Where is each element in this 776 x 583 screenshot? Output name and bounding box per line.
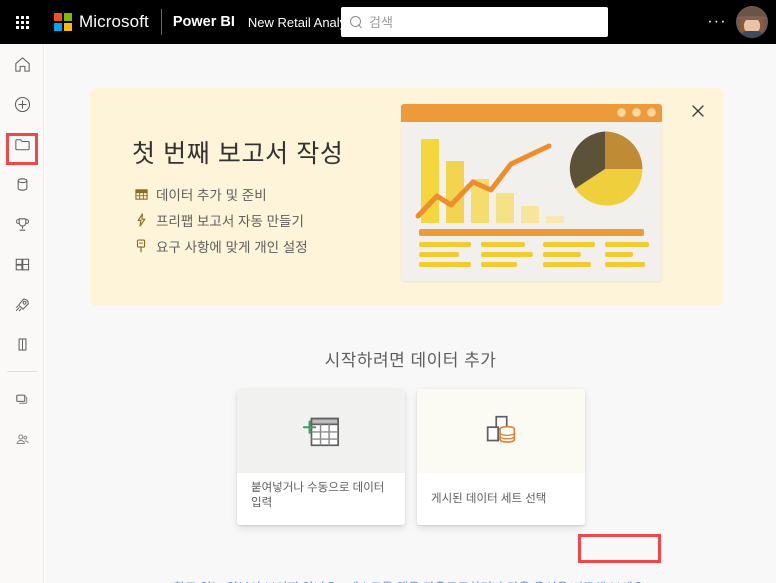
add-data-section-title: 시작하려면 데이터 추가 (324, 351, 497, 370)
list-item-label: 데이터 추가 및 준비 (156, 188, 267, 203)
sidebar-item-my-workspace[interactable] (0, 419, 44, 459)
illustration-window-dots (617, 108, 656, 117)
home-icon (14, 56, 30, 72)
report-preview-illustration (401, 104, 662, 281)
sidebar-item-browse[interactable] (0, 124, 44, 164)
sidebar-item-data-hub[interactable] (0, 164, 44, 204)
download-desktop-link[interactable]: 찾고 있는 원본이 보이지 않나요? 데스크톱 앱을 다운로드하거나 다음 옵션… (45, 577, 776, 583)
table-icon (132, 188, 150, 201)
folder-icon (14, 138, 30, 150)
global-search[interactable] (341, 7, 608, 37)
card-paste-or-manually-enter-data[interactable]: 붙여넣거나 수동으로 데이터 입력 (237, 389, 405, 525)
app-launcher-button[interactable] (0, 0, 44, 44)
list-item: 프리팹 보고서 자동 만들기 (132, 210, 412, 230)
list-item: 데이터 추가 및 준비 (132, 184, 412, 204)
power-bi-home-link[interactable]: Power BI (173, 14, 235, 30)
search-input[interactable] (369, 9, 599, 35)
database-icon (17, 177, 27, 191)
ellipsis-icon: ··· (707, 13, 727, 30)
illustration-text-group (481, 242, 533, 272)
more-options-button[interactable]: ··· (700, 5, 734, 39)
list-item-label: 요구 사항에 맞게 개인 설정 (156, 240, 308, 255)
close-banner-button[interactable] (687, 100, 709, 122)
banner-title: 첫 번째 보고서 작성 (132, 140, 344, 168)
rocket-icon (15, 297, 29, 311)
avatar-body (740, 31, 764, 38)
illustration-trend-line (415, 143, 552, 219)
topbar-divider (160, 9, 162, 35)
sidebar-item-apps[interactable] (0, 244, 44, 284)
trophy-icon (15, 217, 29, 231)
illustration-text-group (419, 242, 471, 272)
topbar-right-actions: ··· (700, 0, 776, 44)
illustration-text-group (543, 242, 595, 272)
sidebar-item-create[interactable] (0, 84, 44, 124)
top-navigation-bar: Microsoft Power BI New Retail Analysis ·… (0, 0, 776, 44)
sidebar-item-home[interactable] (0, 44, 44, 84)
people-icon (16, 434, 29, 444)
book-icon (18, 337, 26, 351)
card-pick-a-published-dataset[interactable]: 게시된 데이터 세트 선택 (417, 389, 585, 525)
illustration-divider-bar (419, 229, 644, 236)
sidebar-item-metrics[interactable] (0, 204, 44, 244)
sidebar-item-workspaces[interactable] (0, 379, 44, 419)
apps-icon (15, 258, 29, 270)
lightning-icon (132, 213, 150, 227)
search-icon (350, 15, 363, 29)
dataset-icon (486, 415, 516, 443)
card-icon-area (237, 389, 405, 473)
banner-text-block: 첫 번째 보고서 작성 데이터 추가 및 준비 프리팹 보고서 자동 만들기 요… (132, 134, 412, 262)
workspaces-icon (15, 394, 27, 404)
card-label: 붙여넣거나 수동으로 데이터 입력 (237, 473, 405, 525)
illustration-pie-chart (569, 131, 643, 206)
microsoft-wordmark: Microsoft (79, 12, 149, 31)
pin-icon (132, 239, 150, 253)
table-plus-icon (302, 417, 339, 447)
add-data-cards: 붙여넣거나 수동으로 데이터 입력 게시된 데이터 세트 선택 (237, 389, 585, 525)
plus-circle-icon (14, 96, 30, 112)
list-item-label: 프리팹 보고서 자동 만들기 (156, 214, 304, 229)
illustration-text-group (605, 242, 649, 272)
close-icon (692, 105, 704, 117)
main-content: 첫 번째 보고서 작성 데이터 추가 및 준비 프리팹 보고서 자동 만들기 요… (45, 44, 776, 583)
waffle-icon (15, 15, 29, 29)
sidebar-divider (6, 371, 37, 372)
list-item: 요구 사항에 맞게 개인 설정 (132, 236, 412, 256)
sidebar-item-deployment-pipelines[interactable] (0, 284, 44, 324)
power-bi-page: Microsoft Power BI New Retail Analysis ·… (0, 0, 776, 583)
left-navigation (0, 44, 44, 583)
card-icon-area (417, 389, 585, 473)
get-started-banner: 첫 번째 보고서 작성 데이터 추가 및 준비 프리팹 보고서 자동 만들기 요… (90, 88, 723, 306)
avatar-hat-brim (736, 16, 768, 20)
card-label: 게시된 데이터 세트 선택 (417, 473, 585, 525)
microsoft-logo-icon (54, 13, 72, 31)
sidebar-item-learn[interactable] (0, 324, 44, 364)
avatar[interactable] (736, 6, 768, 38)
banner-feature-list: 데이터 추가 및 준비 프리팹 보고서 자동 만들기 요구 사항에 맞게 개인 … (132, 184, 412, 256)
microsoft-logo-link[interactable]: Microsoft (54, 12, 149, 32)
